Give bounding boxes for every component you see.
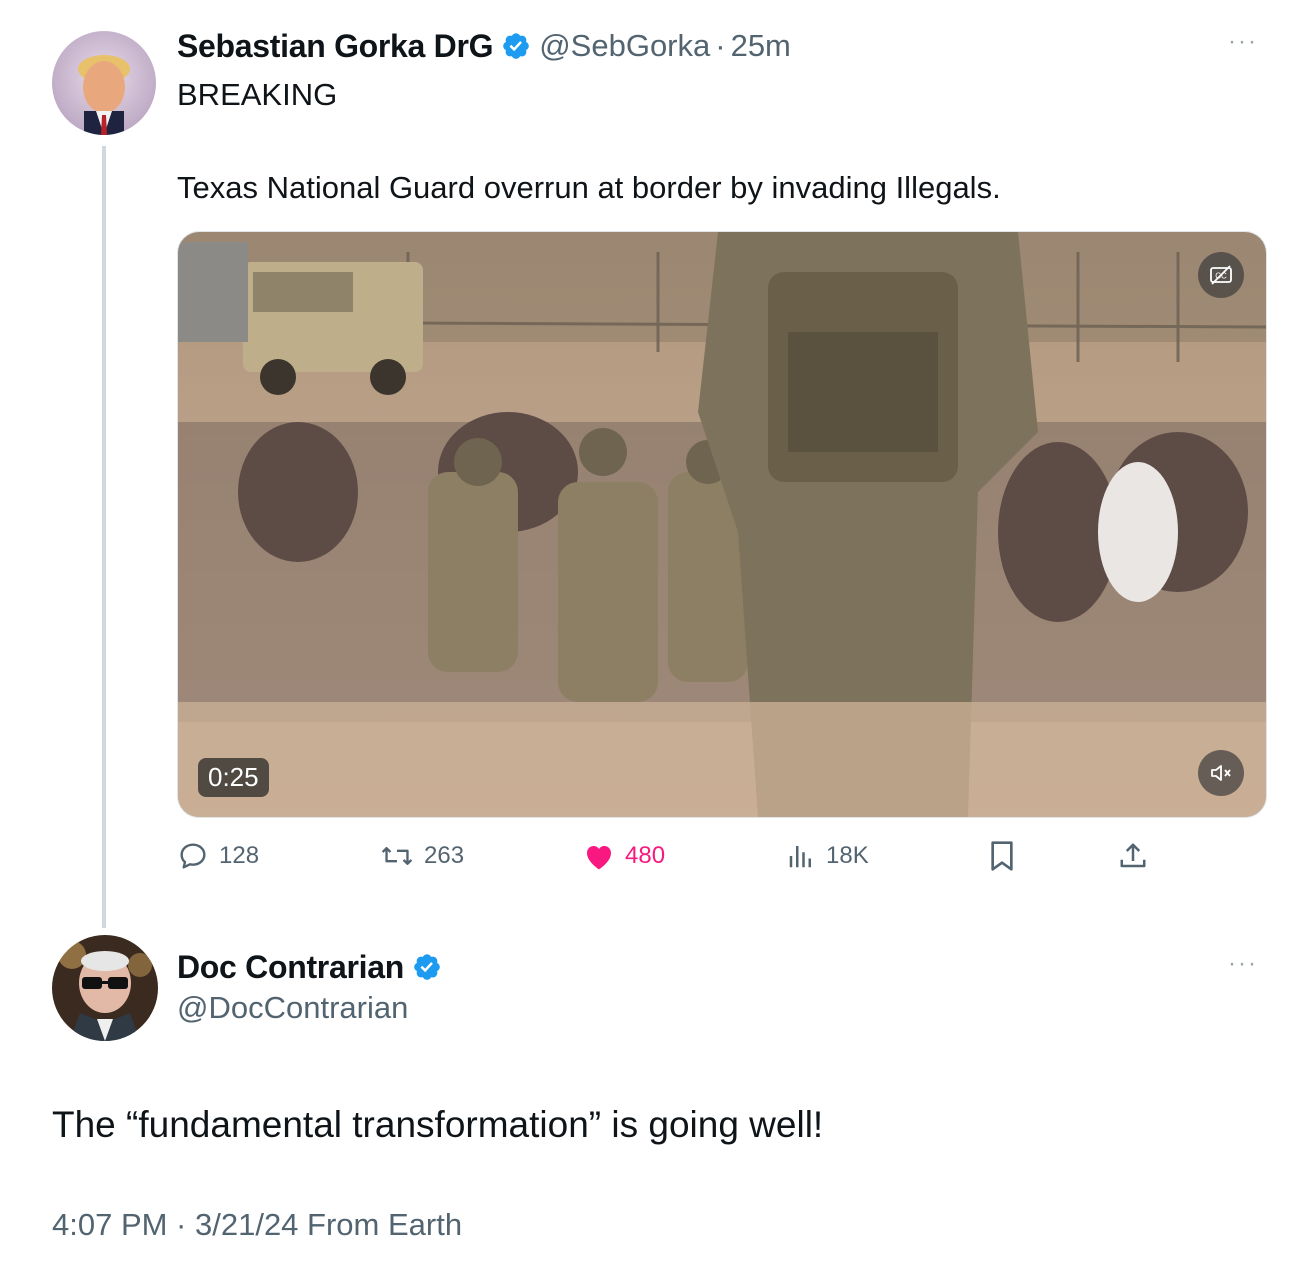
tweet-time[interactable]: 25m bbox=[731, 28, 791, 64]
more-options-button[interactable]: ··· bbox=[1228, 28, 1258, 56]
thread-connector-line bbox=[102, 146, 106, 928]
reply-count: 128 bbox=[219, 842, 260, 869]
heart-filled-icon bbox=[587, 846, 611, 870]
mute-button[interactable] bbox=[1198, 750, 1244, 796]
separator-dot: · bbox=[715, 28, 726, 63]
views-bar-chart-icon bbox=[789, 846, 811, 868]
bookmark-button[interactable] bbox=[988, 838, 1016, 874]
bookmark-icon bbox=[991, 841, 1013, 871]
like-count: 480 bbox=[625, 842, 666, 869]
captions-button[interactable]: CC bbox=[1198, 252, 1244, 298]
share-upload-icon bbox=[1120, 843, 1146, 868]
reply-header: Doc Contrarian bbox=[177, 946, 442, 988]
tweet-text-line-2: Texas National Guard overrun at border b… bbox=[177, 170, 1001, 205]
reply-timestamp[interactable]: 4:07 PM · 3/21/24 From Earth bbox=[52, 1207, 462, 1243]
video-duration: 0:25 bbox=[198, 758, 269, 797]
reply-author-name[interactable]: Doc Contrarian bbox=[177, 949, 404, 986]
reply-button[interactable]: 128 bbox=[177, 838, 259, 874]
reply-text: The “fundamental transformation” is goin… bbox=[52, 1104, 824, 1145]
video-player[interactable]: CC 0:25 bbox=[177, 231, 1267, 818]
views-button[interactable]: 18K bbox=[786, 838, 869, 874]
author-name[interactable]: Sebastian Gorka DrG bbox=[177, 28, 494, 65]
avatar[interactable] bbox=[52, 31, 156, 135]
verified-badge-icon bbox=[412, 952, 442, 982]
views-count: 18K bbox=[826, 842, 869, 869]
author-handle[interactable]: @SebGorka bbox=[539, 28, 710, 64]
muted-speaker-icon bbox=[1211, 765, 1231, 781]
tweet-text-line-1: BREAKING bbox=[177, 77, 338, 112]
reply-more-options-button[interactable]: ··· bbox=[1228, 950, 1258, 978]
reply-icon bbox=[180, 843, 206, 869]
retweet-button[interactable]: 263 bbox=[380, 838, 464, 874]
like-button[interactable]: 480 bbox=[583, 838, 665, 874]
share-button[interactable] bbox=[1118, 838, 1148, 874]
cc-icon: CC bbox=[1210, 265, 1232, 285]
reply-author-handle[interactable]: @DocContrarian bbox=[177, 990, 408, 1026]
reply-avatar[interactable] bbox=[52, 935, 158, 1041]
video-frame bbox=[178, 232, 1266, 817]
tweet-header: Sebastian Gorka DrG @SebGorka · 25m bbox=[177, 25, 791, 67]
retweet-icon bbox=[381, 846, 413, 866]
retweet-count: 263 bbox=[424, 842, 465, 869]
verified-badge-icon bbox=[501, 31, 531, 61]
